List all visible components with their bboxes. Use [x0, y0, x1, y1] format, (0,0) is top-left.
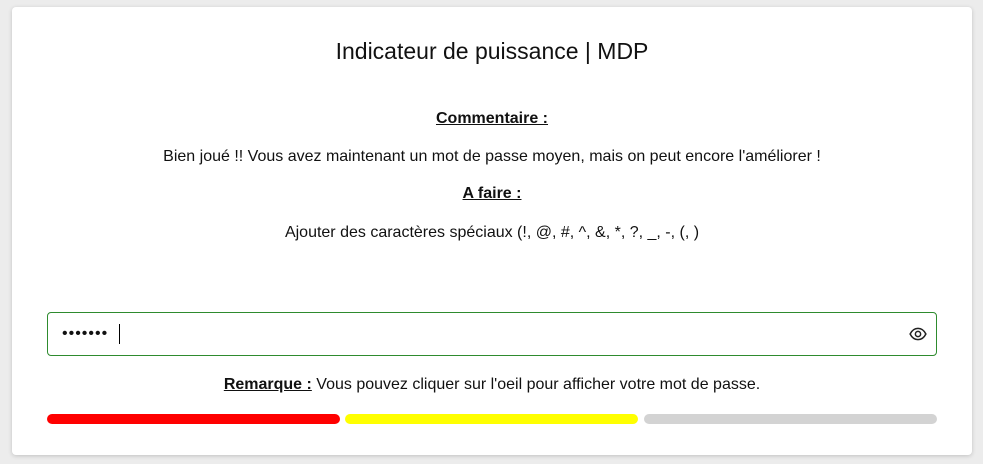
strength-bar-medium [345, 414, 638, 424]
todo-text: Ajouter des caractères spéciaux (!, @, #… [284, 224, 700, 241]
strength-meter [47, 414, 937, 424]
comment-text: Bien joué !! Vous avez maintenant un mot… [163, 148, 821, 165]
password-field[interactable] [47, 312, 937, 356]
strength-bar-weak [47, 414, 340, 424]
remark-text: Vous pouvez cliquer sur l'oeil pour affi… [311, 376, 761, 393]
comment-heading: Commentaire : [435, 110, 549, 127]
todo-heading: A faire : [462, 185, 522, 202]
password-strength-card: Indicateur de puissance | MDP Commentair… [12, 7, 972, 455]
password-input[interactable] [62, 313, 882, 355]
remark: Remarque : Vous pouvez cliquer sur l'oei… [12, 375, 972, 395]
text-caret [119, 324, 120, 344]
strength-bar-strong [644, 414, 937, 424]
remark-label: Remarque : [223, 376, 312, 393]
page-title: Indicateur de puissance | MDP [335, 38, 649, 64]
eye-icon[interactable] [909, 325, 927, 343]
